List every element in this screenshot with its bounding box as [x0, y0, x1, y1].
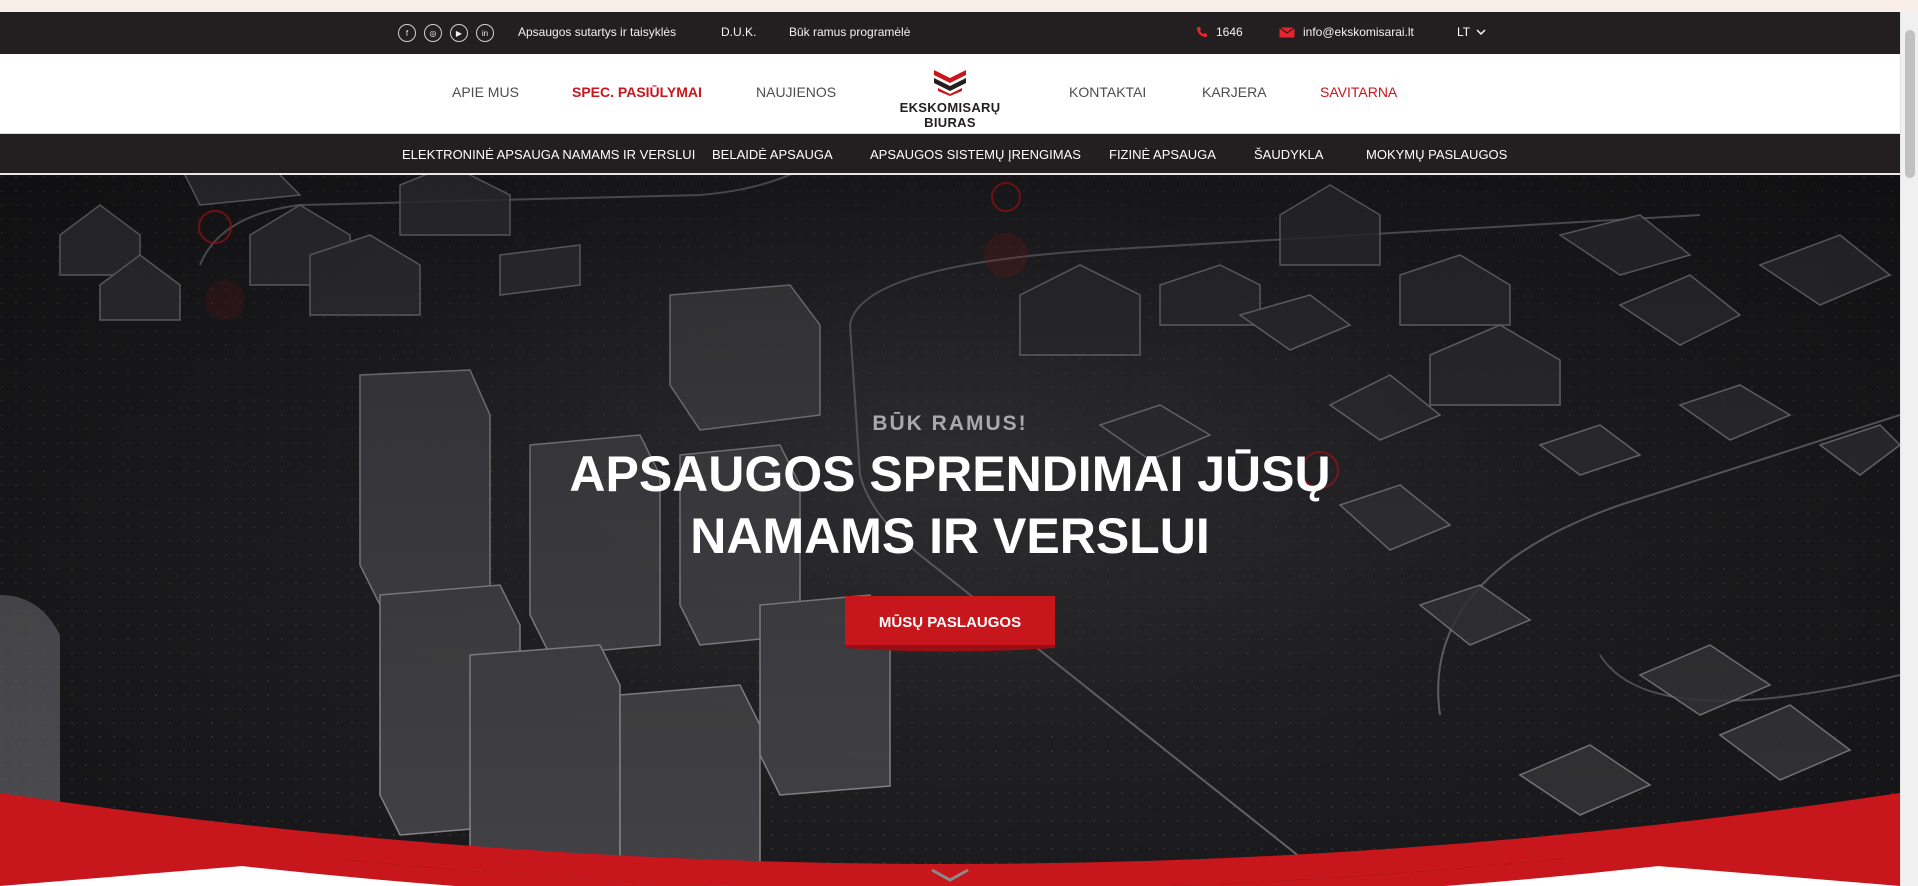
hero-kicker: BŪK RAMUS!	[872, 412, 1028, 435]
subnav-training[interactable]: MOKYMŲ PASLAUGOS	[1366, 147, 1507, 162]
phone-number: 1646	[1216, 25, 1243, 39]
nav-about[interactable]: APIE MUS	[452, 84, 519, 100]
subnav-shooting-range[interactable]: ŠAUDYKLA	[1254, 147, 1323, 162]
hero-headline: APSAUGOS SPRENDIMAI JŪSŲ NAMAMS IR VERSL…	[450, 443, 1450, 567]
youtube-icon[interactable]: ▶	[450, 24, 468, 42]
logo-chevrons-icon	[934, 70, 966, 96]
nav-special-offers[interactable]: SPEC. PASIŪLYMAI	[572, 84, 702, 100]
email-contact[interactable]: info@ekskomisarai.lt	[1279, 25, 1414, 39]
scrollbar-thumb[interactable]	[1905, 30, 1915, 178]
nav-contacts[interactable]: KONTAKTAI	[1069, 84, 1146, 100]
main-navigation: APIE MUS SPEC. PASIŪLYMAI NAUJIENOS EKSK…	[0, 54, 1900, 134]
linkedin-icon[interactable]: in	[476, 24, 494, 42]
language-label: LT	[1457, 25, 1471, 39]
hero-headline-line2: NAMAMS IR VERSLUI	[690, 508, 1210, 564]
subnav-physical-security[interactable]: FIZINĖ APSAUGA	[1109, 147, 1216, 162]
services-subnav: ELEKTRONINĖ APSAUGA NAMAMS IR VERSLUI BE…	[0, 134, 1900, 175]
link-app[interactable]: Būk ramus programėlė	[789, 25, 910, 39]
browser-top-strip	[0, 0, 1918, 12]
subnav-electronic-security[interactable]: ELEKTRONINĖ APSAUGA NAMAMS IR VERSLUI	[402, 147, 695, 162]
subnav-wireless-security[interactable]: BELAIDĖ APSAUGA	[712, 147, 833, 162]
hero-section: BŪK RAMUS! APSAUGOS SPRENDIMAI JŪSŲ NAMA…	[0, 175, 1900, 886]
cta-accent-shape	[845, 645, 1055, 652]
page-scrollbar[interactable]	[1900, 12, 1918, 886]
link-agreements[interactable]: Apsaugos sutartys ir taisyklės	[518, 25, 676, 39]
subnav-system-installation[interactable]: APSAUGOS SISTEMŲ ĮRENGIMAS	[870, 147, 1081, 162]
nav-news[interactable]: NAUJIENOS	[756, 84, 836, 100]
link-faq[interactable]: D.U.K.	[721, 25, 756, 39]
top-utility-bar: f ◎ ▶ in Apsaugos sutartys ir taisyklės …	[0, 12, 1900, 54]
phone-contact[interactable]: 1646	[1196, 25, 1243, 39]
our-services-button[interactable]: MŪSŲ PASLAUGOS	[845, 596, 1055, 648]
social-links: f ◎ ▶ in	[398, 24, 494, 42]
phone-icon	[1197, 27, 1207, 37]
email-address: info@ekskomisarai.lt	[1303, 25, 1414, 39]
nav-career[interactable]: KARJERA	[1202, 84, 1267, 100]
hero-headline-line1: APSAUGOS SPRENDIMAI JŪSŲ	[569, 446, 1331, 502]
mail-icon	[1279, 26, 1295, 37]
facebook-icon[interactable]: f	[398, 24, 416, 42]
language-selector[interactable]: LT	[1457, 25, 1486, 39]
nav-self-service[interactable]: SAVITARNA	[1320, 84, 1397, 100]
scroll-down-chevron-icon[interactable]	[930, 868, 970, 882]
logo-text: EKSKOMISARŲ BIURAS	[899, 100, 1001, 130]
instagram-icon[interactable]: ◎	[424, 24, 442, 42]
site-logo[interactable]: EKSKOMISARŲ BIURAS	[879, 68, 1021, 130]
chevron-down-icon	[1476, 29, 1486, 35]
